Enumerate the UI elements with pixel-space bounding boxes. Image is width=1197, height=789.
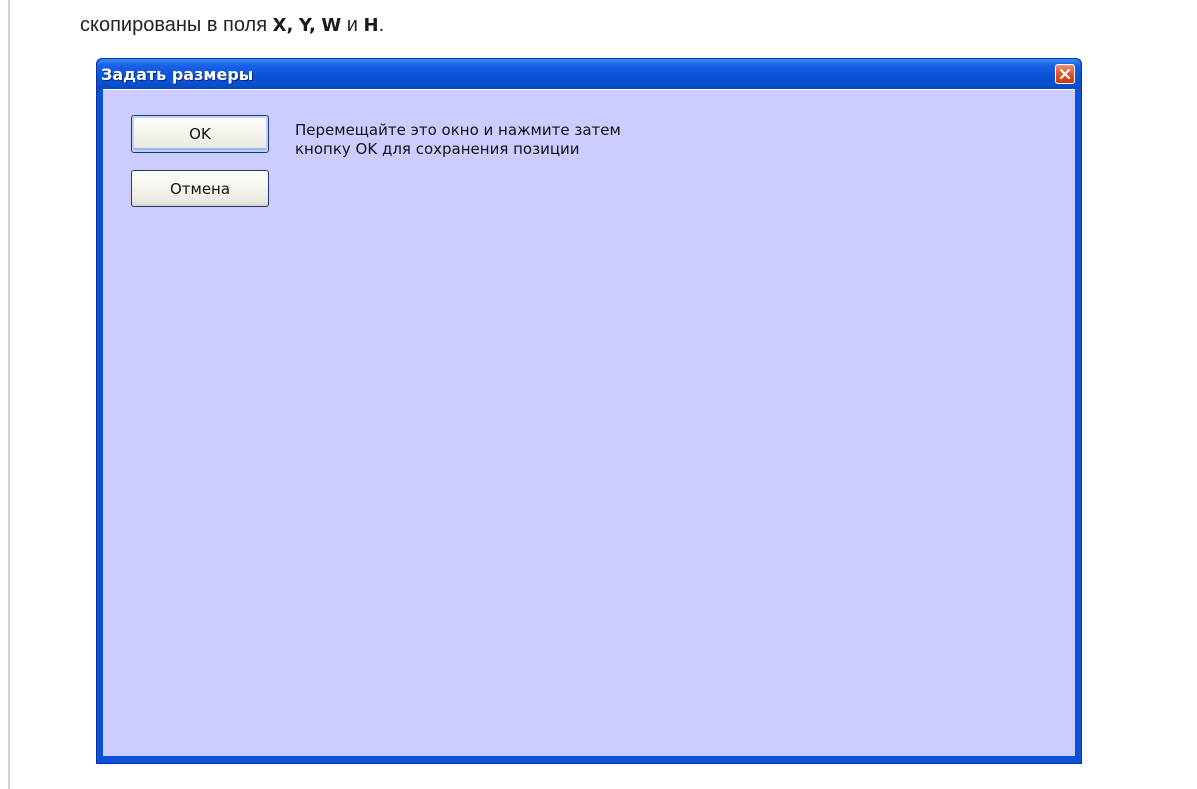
caption: скопированы в поля X, Y, W и H. — [80, 14, 384, 37]
dialog-title: Задать размеры — [101, 65, 254, 84]
instruction-line-2: кнопку OK для сохранения позиции — [295, 140, 580, 158]
dialog-titlebar[interactable]: Задать размеры — [97, 59, 1081, 89]
caption-field-y: Y, — [298, 15, 316, 36]
caption-conjunction: и — [346, 14, 358, 36]
instruction-line-1: Перемещайте это окно и нажмите затем — [295, 121, 621, 139]
caption-field-x: X, — [272, 15, 294, 36]
cancel-button[interactable]: Отмена — [131, 170, 269, 207]
cancel-button-label: Отмена — [169, 179, 231, 198]
caption-field-w: W — [321, 15, 342, 36]
left-rule — [8, 0, 10, 789]
caption-period: . — [378, 14, 385, 36]
page: скопированы в поля X, Y, W и H. Задать р… — [0, 0, 1197, 789]
caption-field-h: H — [363, 15, 379, 36]
caption-text: скопированы в поля — [80, 14, 268, 36]
close-x-icon — [1059, 68, 1071, 80]
close-button[interactable] — [1055, 64, 1075, 84]
dialog-window: Задать размеры OK Отмена Перемещайте это… — [96, 58, 1082, 764]
dialog-client-area: OK Отмена Перемещайте это окно и нажмите… — [103, 89, 1075, 756]
ok-button[interactable]: OK — [131, 115, 269, 153]
instruction-message: Перемещайте это окно и нажмите затем кно… — [295, 121, 775, 159]
ok-button-label: OK — [189, 125, 211, 143]
